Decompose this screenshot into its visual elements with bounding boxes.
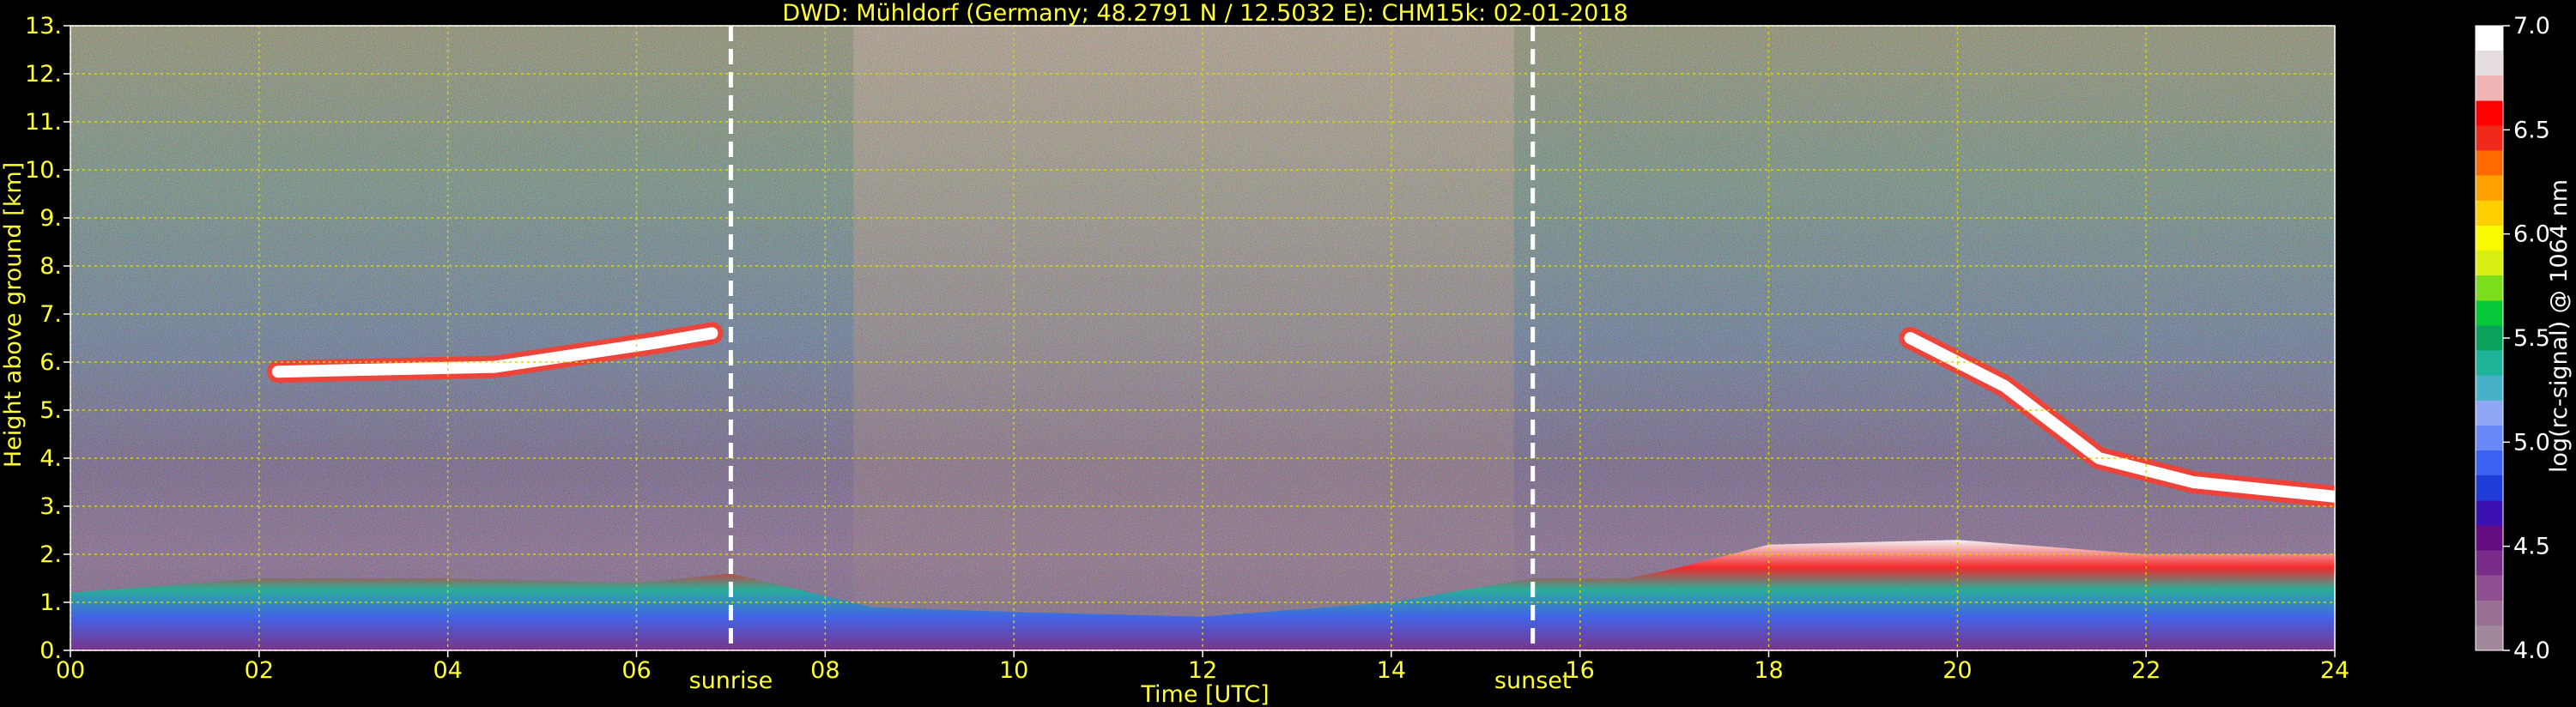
y-tick-label: 12. xyxy=(25,61,62,88)
x-tick-label: 18 xyxy=(1754,657,1783,684)
y-tick-label: 1. xyxy=(39,589,62,616)
colorbar-bar xyxy=(2475,25,2504,651)
colorbar-tick-label: 5.0 xyxy=(2513,429,2550,456)
sunrise-label: sunrise xyxy=(689,668,773,694)
sunset-label: sunset xyxy=(1494,668,1572,694)
x-tick-label: 02 xyxy=(245,657,274,684)
ceilometer-figure: sunrise sunset 00 02 04 06 08 10 12 14 16 18 20 22 24… xyxy=(0,0,2576,707)
colorbar-label: log(rc-signal) @ 1064 nm xyxy=(2546,179,2573,473)
y-tick-label: 0. xyxy=(39,638,62,664)
y-tick-label: 8. xyxy=(39,253,62,280)
colorbar-tick-label: 6.5 xyxy=(2513,117,2550,143)
y-tick-label: 7. xyxy=(39,301,62,328)
x-tick-label: 08 xyxy=(810,657,839,684)
colorbar-tick-label: 4.5 xyxy=(2513,534,2550,560)
y-tick-label: 13. xyxy=(25,13,62,39)
x-tick-label: 04 xyxy=(433,657,462,684)
colorbar: 4.0 4.5 5.0 5.5 6.0 6.5 7.0 xyxy=(2475,13,2550,664)
x-tick-label: 14 xyxy=(1377,657,1406,684)
x-tick-label: 06 xyxy=(621,657,651,684)
x-tick-label: 12 xyxy=(1188,657,1217,684)
y-tick-label: 2. xyxy=(39,541,62,568)
chart-svg: sunrise sunset 00 02 04 06 08 10 12 14 16 18 20 22 24… xyxy=(0,0,2573,707)
chart-title: DWD: Mühldorf (Germany; 48.2791 N / 12.5… xyxy=(782,0,1627,27)
y-tick-label: 6. xyxy=(39,349,62,376)
colorbar-tick-label: 6.0 xyxy=(2513,221,2550,248)
y-tick-label: 4. xyxy=(39,445,62,472)
x-axis-label: Time [UTC] xyxy=(1140,681,1269,707)
x-tick-label: 10 xyxy=(999,657,1028,684)
y-tick-label: 3. xyxy=(39,493,62,520)
y-axis-label: Height above ground [km] xyxy=(0,162,27,468)
colorbar-tick-label: 5.5 xyxy=(2513,325,2550,352)
y-tick-label: 5. xyxy=(39,397,62,424)
y-tick-label: 9. xyxy=(39,205,62,232)
x-tick-label: 20 xyxy=(1943,657,1972,684)
x-tick-label: 22 xyxy=(2131,657,2161,684)
x-tick-label: 24 xyxy=(2320,657,2349,684)
y-tick-label: 11. xyxy=(25,109,62,136)
y-tick-label: 10. xyxy=(25,157,62,184)
colorbar-tick-label: 4.0 xyxy=(2513,638,2550,664)
x-tick-label: 16 xyxy=(1565,657,1594,684)
colorbar-tick-label: 7.0 xyxy=(2513,13,2550,39)
